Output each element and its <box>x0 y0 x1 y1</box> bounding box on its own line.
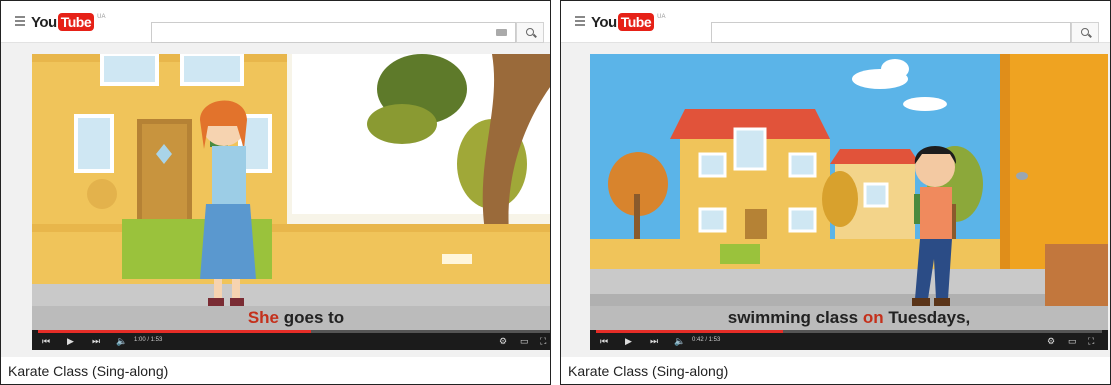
caption-highlight: She <box>247 308 279 327</box>
logo-tube-text: Tube <box>617 13 655 31</box>
play-icon[interactable]: ▶ <box>625 337 632 346</box>
progress-bar[interactable] <box>38 330 550 333</box>
search-button[interactable] <box>1071 22 1099 43</box>
youtube-logo[interactable]: You Tube UA <box>31 12 105 32</box>
fullscreen-icon[interactable]: ⛶ <box>540 337 546 346</box>
search-button[interactable] <box>516 22 544 43</box>
progress-bar[interactable] <box>596 330 1102 333</box>
screenshot-panel-right: You Tube UA swimming class on Tuesdays, … <box>560 0 1111 385</box>
caption-text: swimming class <box>727 308 863 327</box>
player-controls: ⏮ ▶ ⏭ 🔈 0:42 / 1:53 ⚙ ▭ ⛶ <box>590 330 1108 350</box>
progress-fill <box>596 330 784 333</box>
player-controls: ⏮ ▶ ⏭ 🔈 1:00 / 1:53 ⚙ ▭ ⛶ <box>32 330 550 350</box>
video-title[interactable]: Karate Class (Sing-along) <box>1 357 550 384</box>
time-display: 1:00 / 1:53 <box>134 337 163 343</box>
caption-text-end: Tuesdays, <box>883 308 971 327</box>
theater-mode-icon[interactable]: ▭ <box>1068 337 1077 346</box>
logo-country-code: UA <box>657 14 666 20</box>
youtube-logo[interactable]: You Tube UA <box>591 12 665 32</box>
search-icon <box>526 28 534 36</box>
time-display: 0:42 / 1:53 <box>692 337 721 343</box>
play-icon[interactable]: ▶ <box>67 337 74 346</box>
masthead: You Tube UA <box>1 1 550 43</box>
subtitle-caption: She goes to <box>32 306 550 330</box>
hamburger-icon[interactable] <box>575 16 585 26</box>
fullscreen-icon[interactable]: ⛶ <box>1088 337 1094 346</box>
video-player[interactable]: swimming class on Tuesdays, ⏮ ▶ ⏭ 🔈 0:42… <box>590 54 1108 350</box>
logo-you-text: You <box>591 13 617 31</box>
volume-icon[interactable]: 🔈 <box>674 337 685 346</box>
theater-mode-icon[interactable]: ▭ <box>520 337 529 346</box>
caption-highlight: on <box>862 308 884 327</box>
previous-icon[interactable]: ⏮ <box>42 337 50 346</box>
logo-country-code: UA <box>97 14 106 20</box>
hamburger-icon[interactable] <box>15 16 25 26</box>
video-frame <box>32 54 550 306</box>
keyboard-icon[interactable] <box>496 29 507 36</box>
next-icon[interactable]: ⏭ <box>92 337 100 346</box>
masthead: You Tube UA <box>561 1 1110 43</box>
video-title[interactable]: Karate Class (Sing-along) <box>561 357 1110 384</box>
gear-icon[interactable]: ⚙ <box>1047 337 1055 346</box>
next-icon[interactable]: ⏭ <box>650 337 658 346</box>
previous-icon[interactable]: ⏮ <box>600 337 608 346</box>
volume-icon[interactable]: 🔈 <box>116 337 127 346</box>
search-input[interactable] <box>151 22 516 43</box>
video-player[interactable]: She goes to ⏮ ▶ ⏭ 🔈 1:00 / 1:53 ⚙ ▭ ⛶ <box>32 54 550 350</box>
logo-tube-text: Tube <box>57 13 95 31</box>
logo-you-text: You <box>31 13 57 31</box>
gear-icon[interactable]: ⚙ <box>499 337 507 346</box>
screenshot-panel-left: You Tube UA She goes to ⏮ ▶ ⏭ 🔈 1:00 / 1… <box>0 0 551 385</box>
video-frame <box>590 54 1108 306</box>
caption-text: goes to <box>279 308 345 327</box>
progress-fill <box>38 330 312 333</box>
search-icon <box>1081 28 1089 36</box>
subtitle-caption: swimming class on Tuesdays, <box>590 306 1108 330</box>
search-input[interactable] <box>711 22 1071 43</box>
